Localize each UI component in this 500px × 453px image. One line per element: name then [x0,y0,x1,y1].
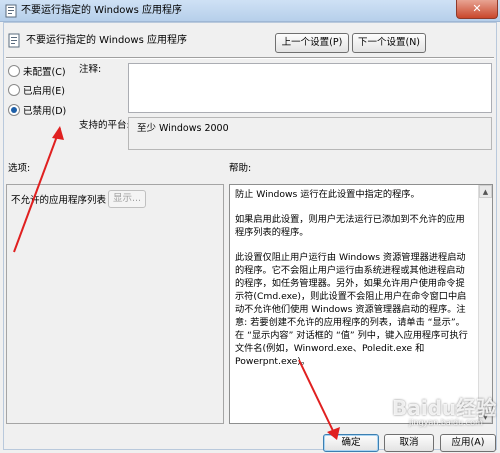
annotation-arrowhead [327,427,340,440]
annotation-arrowhead [52,126,64,140]
annotation-arrow-line [298,359,336,436]
annotation-arrow-line [13,127,61,253]
annotation-arrows [13,126,340,440]
